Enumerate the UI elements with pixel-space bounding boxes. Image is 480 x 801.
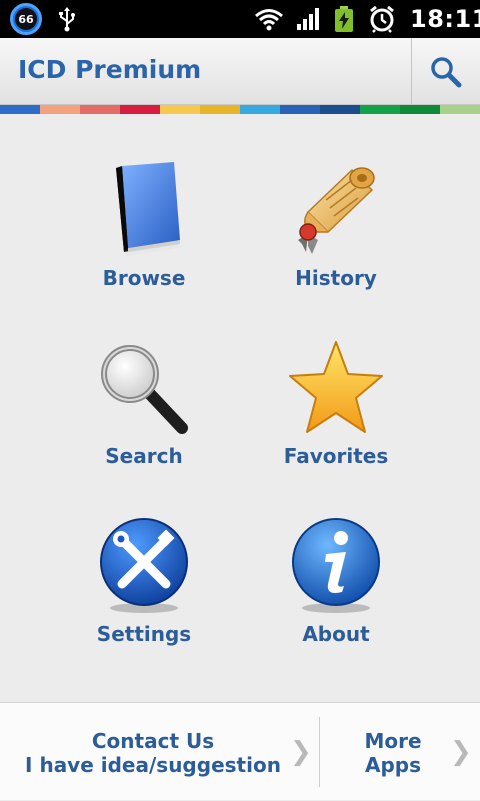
color-strip-segment	[80, 105, 120, 114]
color-strip-segment	[280, 105, 320, 114]
status-bar: 66 18:11	[0, 0, 480, 38]
about-tile[interactable]: About	[236, 516, 436, 676]
color-strip-segment	[120, 105, 160, 114]
alarm-icon	[370, 5, 394, 33]
book-icon	[116, 162, 180, 256]
magnifier-icon	[101, 345, 188, 434]
notification-badge-count: 66	[15, 8, 37, 30]
search-label: Search	[105, 444, 183, 468]
battery-charging-icon	[335, 6, 353, 32]
color-strip	[0, 105, 480, 114]
settings-tile[interactable]: Settings	[44, 516, 244, 676]
star-icon	[289, 341, 383, 433]
color-strip-segment	[400, 105, 440, 114]
color-strip-segment	[240, 105, 280, 114]
color-strip-segment	[200, 105, 240, 114]
footer-bar: Contact Us I have idea/suggestion ❯ More…	[0, 702, 480, 800]
more-apps-button[interactable]: More Apps ❯	[320, 703, 480, 801]
color-strip-segment	[40, 105, 80, 114]
usb-icon	[59, 7, 75, 32]
more-apps-text: More Apps	[320, 729, 466, 777]
search-tile[interactable]: Search	[44, 338, 244, 498]
contact-us-subtitle: I have idea/suggestion	[25, 753, 281, 777]
favorites-tile[interactable]: Favorites	[236, 338, 436, 498]
app-title: ICD Premium	[18, 55, 202, 84]
search-icon	[431, 56, 462, 87]
chevron-right-icon: ❯	[290, 737, 312, 767]
color-strip-segment	[360, 105, 400, 114]
search-button[interactable]	[411, 38, 480, 105]
action-bar: ICD Premium	[0, 38, 480, 105]
menu-grid: Browse History Search Favorites Settings…	[0, 114, 480, 702]
color-strip-segment	[440, 105, 480, 114]
wifi-icon	[255, 9, 283, 31]
browse-label: Browse	[102, 266, 186, 290]
more-apps-line1: More	[364, 729, 422, 753]
history-tile[interactable]: History	[236, 160, 436, 320]
info-icon	[292, 518, 380, 613]
contact-us-text: Contact Us I have idea/suggestion	[0, 729, 306, 777]
notification-badge-icon: 66	[10, 3, 42, 35]
signal-icon	[297, 8, 319, 30]
about-label: About	[302, 622, 370, 646]
contact-us-title: Contact Us	[91, 729, 215, 753]
favorites-label: Favorites	[283, 444, 389, 468]
tools-icon	[100, 518, 188, 613]
clock: 18:11	[410, 5, 480, 33]
color-strip-segment	[320, 105, 360, 114]
color-strip-segment	[160, 105, 200, 114]
more-apps-line2: Apps	[364, 753, 421, 777]
scroll-icon	[298, 167, 375, 254]
settings-label: Settings	[96, 622, 192, 646]
color-strip-segment	[0, 105, 40, 114]
browse-tile[interactable]: Browse	[44, 160, 244, 320]
history-label: History	[295, 266, 377, 290]
contact-us-button[interactable]: Contact Us I have idea/suggestion ❯	[0, 703, 319, 801]
chevron-right-icon: ❯	[450, 737, 472, 767]
